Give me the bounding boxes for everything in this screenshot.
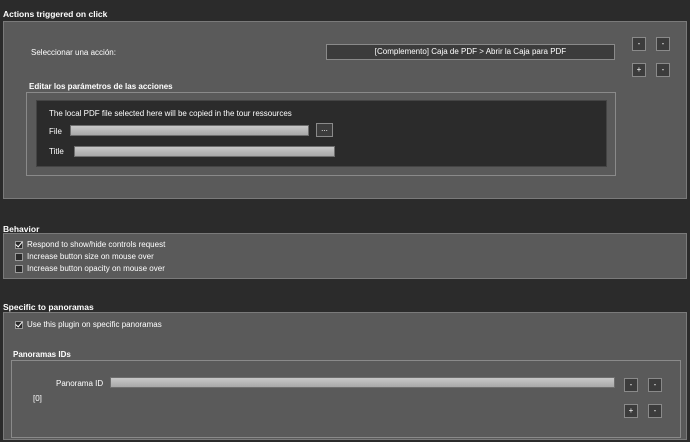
move-panorama-up-button[interactable]: - <box>648 378 662 392</box>
file-label: File <box>49 127 62 136</box>
panorama-id-input[interactable] <box>110 377 615 388</box>
add-action-button[interactable]: + <box>632 63 646 77</box>
option-use-specific-panoramas[interactable]: Use this plugin on specific panoramas <box>15 320 162 329</box>
remove-action-button[interactable]: - <box>632 37 646 51</box>
action-select[interactable]: [Complemento] Caja de PDF > Abrir la Caj… <box>326 44 615 60</box>
checkbox-increase-size[interactable] <box>15 252 23 261</box>
action-params-inner: The local PDF file selected here will be… <box>36 100 607 167</box>
option-increase-opacity-label: Increase button opacity on mouse over <box>27 264 165 273</box>
remove-panorama-button[interactable]: - <box>624 378 638 392</box>
title-label: Title <box>49 147 64 156</box>
move-panorama-down-button[interactable]: - <box>648 404 662 418</box>
checkbox-use-specific-panoramas[interactable] <box>15 320 23 329</box>
title-input[interactable] <box>74 146 335 157</box>
action-params-title: Editar los parámetros de las acciones <box>29 82 173 91</box>
select-action-label: Seleccionar una acción: <box>31 48 116 57</box>
option-increase-opacity[interactable]: Increase button opacity on mouse over <box>15 264 165 273</box>
actions-panel: Seleccionar una acción: [Complemento] Ca… <box>3 21 687 199</box>
checkbox-respond-show-hide[interactable] <box>15 240 23 249</box>
panoramas-ids-title: Panoramas IDs <box>13 350 71 359</box>
option-respond-show-hide[interactable]: Respond to show/hide controls request <box>15 240 165 249</box>
specific-panel: Use this plugin on specific panoramas Pa… <box>3 312 687 440</box>
specific-section-title: Specific to panoramas <box>3 302 94 312</box>
action-params-group: The local PDF file selected here will be… <box>26 92 616 176</box>
option-use-specific-panoramas-label: Use this plugin on specific panoramas <box>27 320 162 329</box>
option-increase-size-label: Increase button size on mouse over <box>27 252 154 261</box>
browse-file-button[interactable]: ... <box>316 123 333 137</box>
add-panorama-button[interactable]: + <box>624 404 638 418</box>
option-respond-show-hide-label: Respond to show/hide controls request <box>27 240 166 249</box>
pdf-info-text: The local PDF file selected here will be… <box>49 109 292 118</box>
behavior-panel: Respond to show/hide controls request In… <box>3 233 687 279</box>
option-increase-size[interactable]: Increase button size on mouse over <box>15 252 154 261</box>
actions-section-title: Actions triggered on click <box>3 9 108 19</box>
panorama-index-label: [0] <box>33 394 42 403</box>
move-action-up-button[interactable]: - <box>656 37 670 51</box>
checkbox-increase-opacity[interactable] <box>15 264 23 273</box>
panoramas-ids-group: Panorama ID [0] - - + - <box>11 360 681 438</box>
file-input[interactable] <box>70 125 309 136</box>
move-action-down-button[interactable]: - <box>656 63 670 77</box>
panorama-id-label: Panorama ID <box>56 379 104 388</box>
